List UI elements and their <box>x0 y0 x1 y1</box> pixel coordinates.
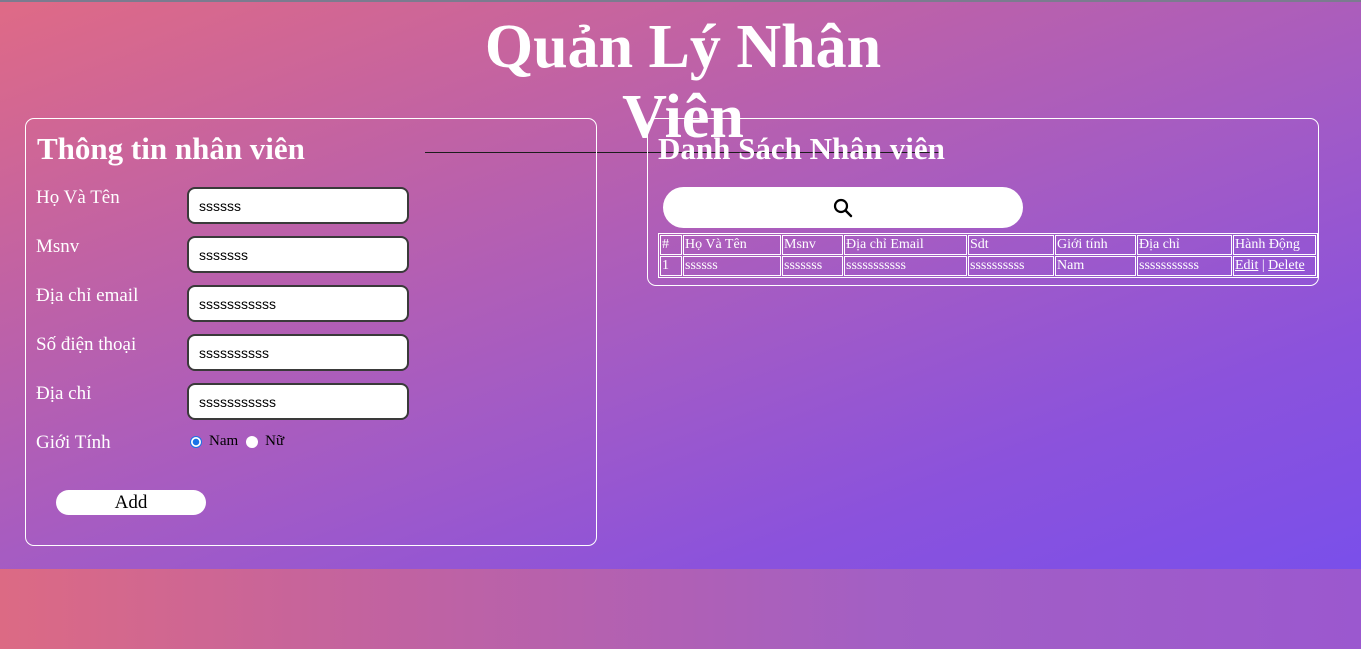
table-header-row: # Họ Và Tên Msnv Địa chỉ Email Sdt Giới … <box>660 235 1316 255</box>
email-input[interactable] <box>187 285 409 322</box>
gender-female-radio[interactable] <box>246 435 259 448</box>
main-container: Quản Lý Nhân Viên Thông tin nhân viên Họ… <box>0 2 1361 569</box>
email-label: Địa chỉ email <box>36 285 139 306</box>
header-msnv: Msnv <box>782 235 843 255</box>
employee-list-panel: Danh Sách Nhân viên # Họ Và Tên Msnv Địa… <box>647 118 1319 286</box>
cell-actions: Edit | Delete <box>1233 256 1316 276</box>
header-actions: Hành Động <box>1233 235 1316 255</box>
action-separator: | <box>1261 258 1265 273</box>
employee-list-title: Danh Sách Nhân viên <box>658 131 945 166</box>
page-background-bottom <box>0 569 1361 649</box>
msnv-label: Msnv <box>36 236 80 257</box>
header-gender: Giới tính <box>1055 235 1136 255</box>
gender-radio-group: Nam Nữ <box>190 433 292 450</box>
employee-info-title: Thông tin nhân viên <box>37 131 305 166</box>
cell-index: 1 <box>660 256 682 276</box>
cell-msnv: sssssss <box>782 256 843 276</box>
gender-male-radio[interactable] <box>190 435 202 448</box>
cell-gender: Nam <box>1055 256 1136 276</box>
search-icon[interactable] <box>833 198 853 218</box>
gender-female-label[interactable]: Nữ <box>265 433 284 450</box>
header-address: Địa chỉ <box>1137 235 1232 255</box>
cell-address: sssssssssss <box>1137 256 1232 276</box>
cell-name: ssssss <box>683 256 781 276</box>
employee-table: # Họ Và Tên Msnv Địa chỉ Email Sdt Giới … <box>658 233 1318 278</box>
cell-email: sssssssssss <box>844 256 967 276</box>
cell-phone: ssssssssss <box>968 256 1054 276</box>
msnv-input[interactable] <box>187 236 409 273</box>
add-button[interactable]: Add <box>56 490 206 515</box>
phone-label: Số điện thoại <box>36 334 137 355</box>
edit-link[interactable]: Edit <box>1235 258 1258 273</box>
fullname-label: Họ Và Tên <box>36 187 120 208</box>
header-name: Họ Và Tên <box>683 235 781 255</box>
phone-input[interactable] <box>187 334 409 371</box>
gender-label: Giới Tính <box>36 432 111 453</box>
address-label: Địa chỉ <box>36 383 92 404</box>
employee-info-panel: Thông tin nhân viên Họ Và Tên Msnv Địa c… <box>25 118 597 546</box>
delete-link[interactable]: Delete <box>1268 258 1305 273</box>
header-phone: Sdt <box>968 235 1054 255</box>
gender-male-label[interactable]: Nam <box>209 433 238 450</box>
header-email: Địa chỉ Email <box>844 235 967 255</box>
table-row: 1 ssssss sssssss sssssssssss ssssssssss … <box>660 256 1316 276</box>
fullname-input[interactable] <box>187 187 409 224</box>
search-input[interactable] <box>663 187 1023 228</box>
header-index: # <box>660 235 682 255</box>
address-input[interactable] <box>187 383 409 420</box>
